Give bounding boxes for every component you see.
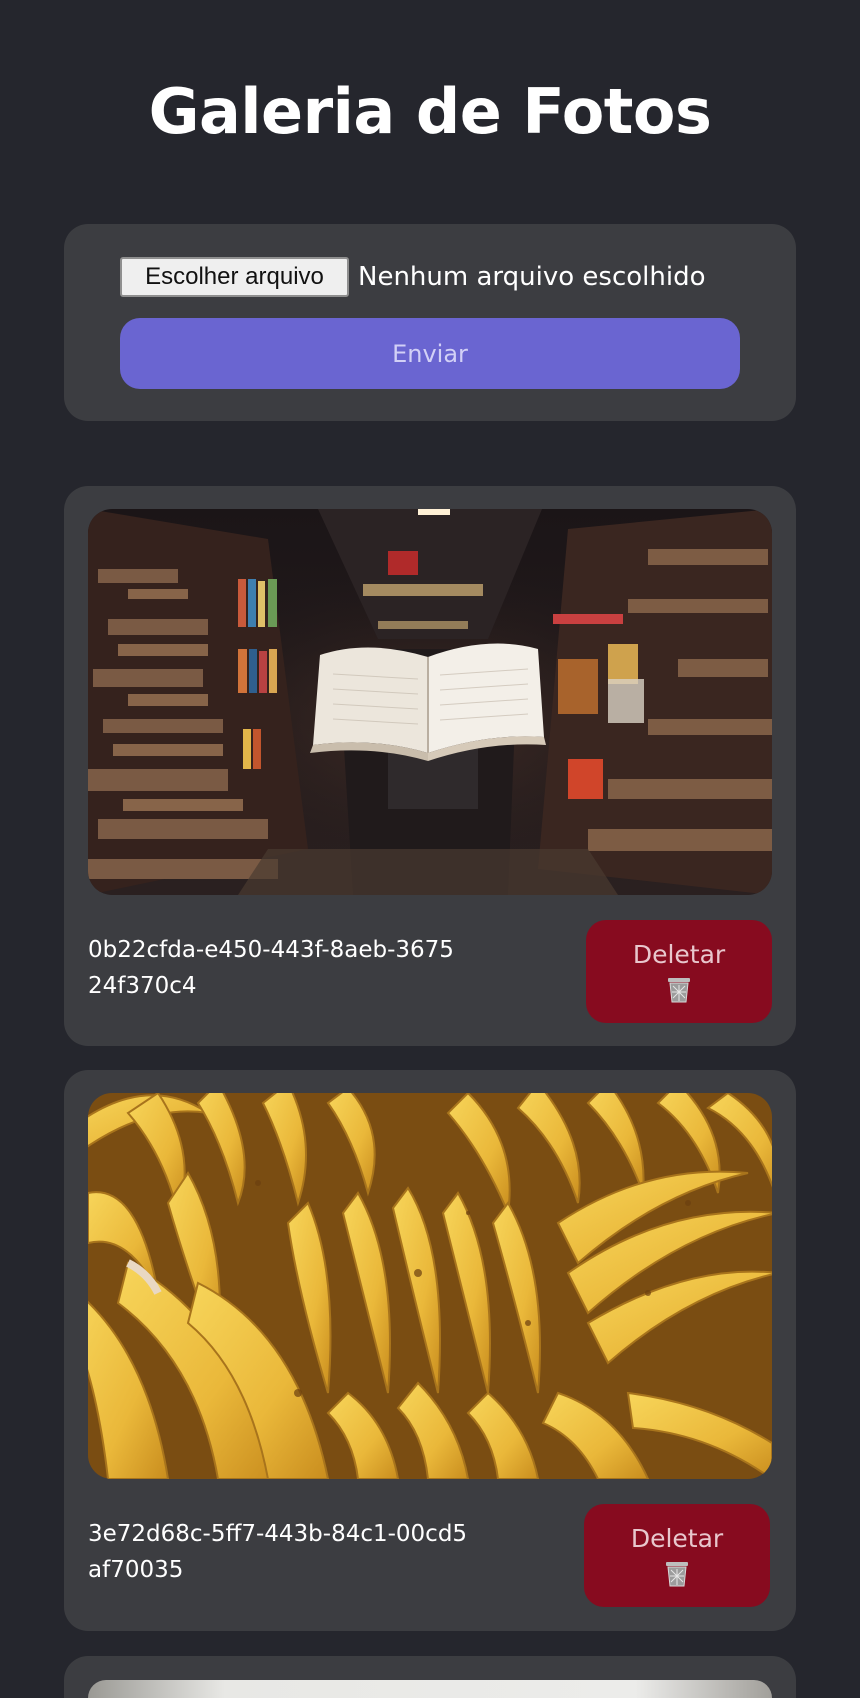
delete-button-label: Deletar [630,1524,724,1553]
file-input[interactable]: Escolher arquivo Nenhum arquivo escolhid… [120,256,705,298]
page-title: Galeria de Fotos [148,75,712,148]
photo-card: 3e72d68c-5ff7-443b-84c1-00cd5af70035 Del… [64,1070,796,1631]
choose-file-button[interactable]: Escolher arquivo [120,257,349,297]
photo-gallery-page: Galeria de Fotos Escolher arquivo Nenhum… [0,0,860,1698]
upload-form: Escolher arquivo Nenhum arquivo escolhid… [64,224,796,421]
photo-card [64,1656,796,1698]
delete-button[interactable]: Deletar [586,920,772,1023]
photo-card: 0b22cfda-e450-443f-8aeb-367524f370c4 Del… [64,486,796,1046]
trash-icon [666,1562,688,1587]
delete-button-label: Deletar [632,940,726,969]
file-status-text: Nenhum arquivo escolhido [358,262,706,292]
bananas-photo [88,1093,772,1479]
partially-visible-photo [88,1680,772,1698]
submit-button[interactable]: Enviar [120,318,740,389]
library-floating-book-photo [88,509,772,895]
delete-button[interactable]: Deletar [584,1504,770,1607]
trash-icon [668,978,690,1003]
photo-id-text: 3e72d68c-5ff7-443b-84c1-00cd5af70035 [88,1521,468,1583]
photo-id-text: 0b22cfda-e450-443f-8aeb-367524f370c4 [88,937,454,999]
